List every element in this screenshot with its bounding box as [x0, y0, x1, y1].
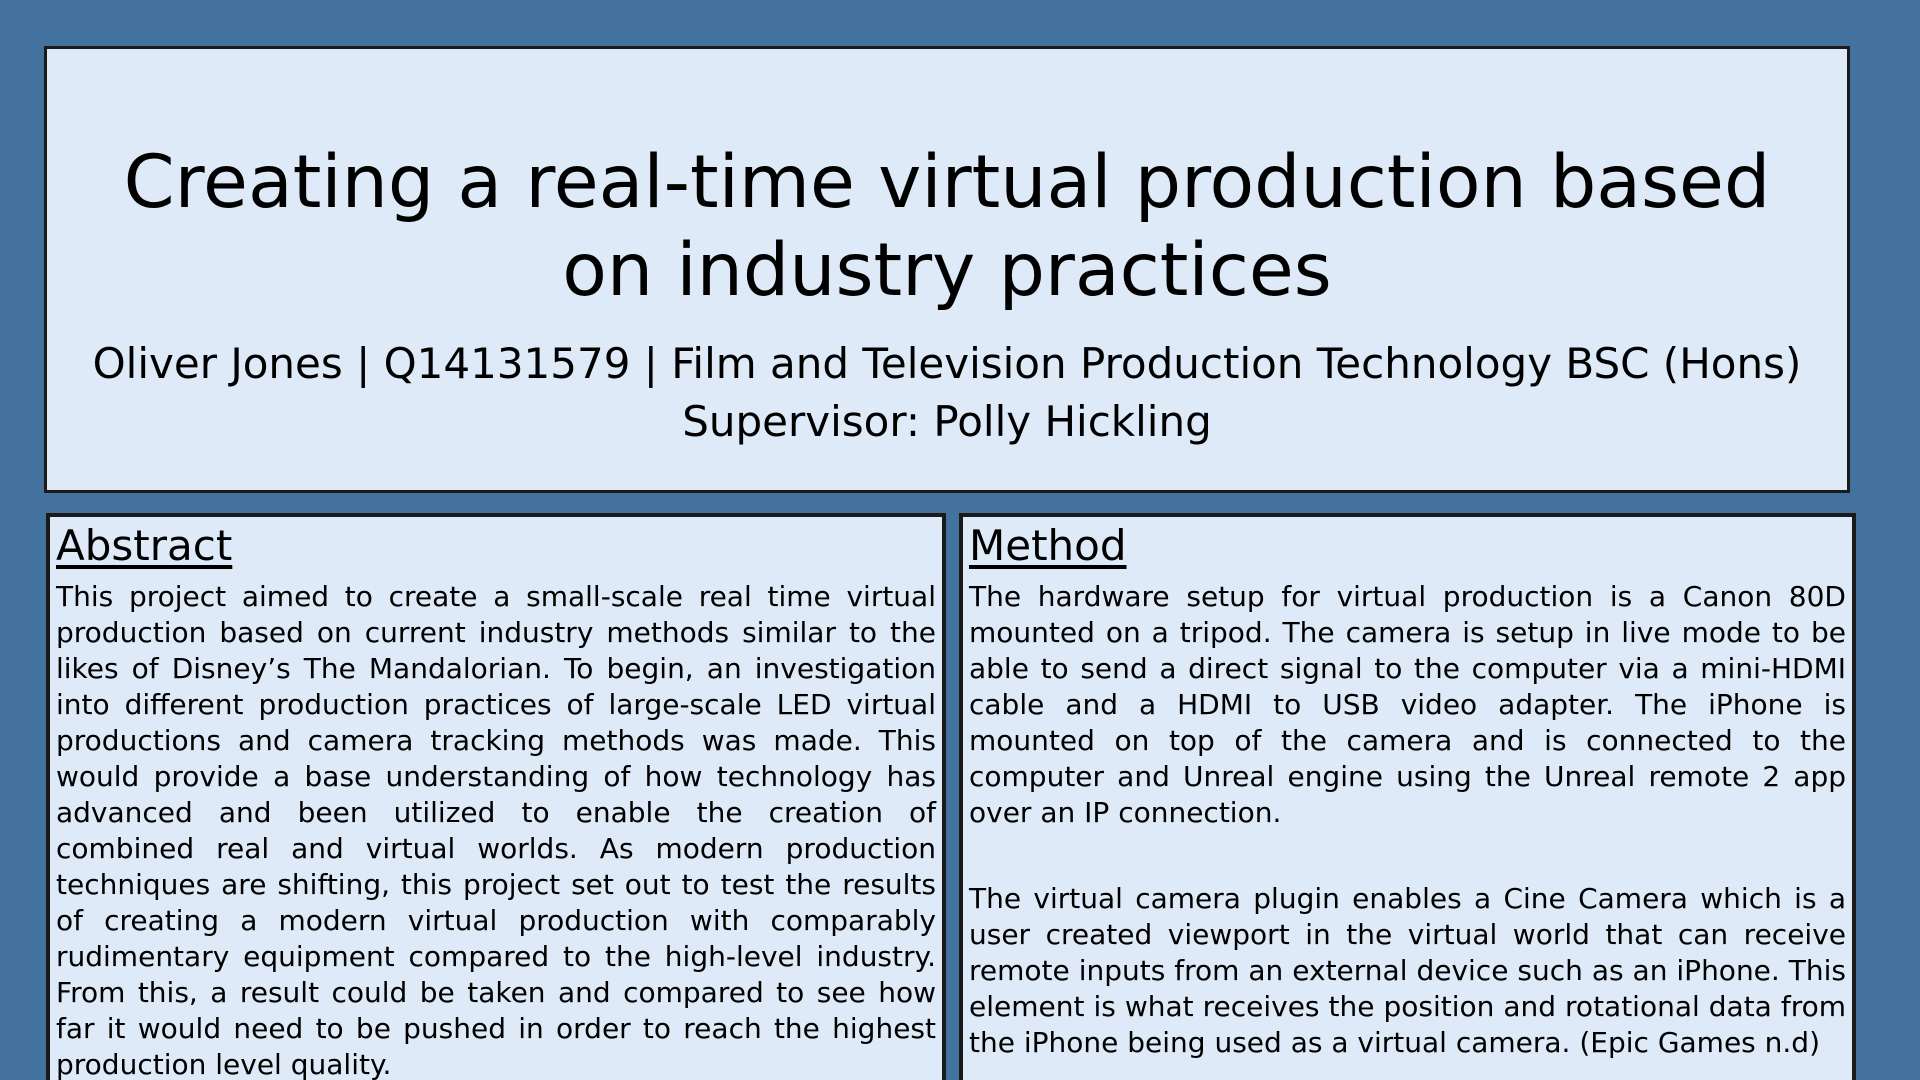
- title-box: Creating a real-time virtual production …: [44, 46, 1850, 493]
- abstract-panel: Abstract This project aimed to create a …: [46, 513, 946, 1080]
- abstract-text: This project aimed to create a small-sca…: [56, 580, 936, 1080]
- poster-title: Creating a real-time virtual production …: [123, 140, 1771, 313]
- method-paragraph-1: The hardware setup for virtual productio…: [969, 580, 1846, 829]
- supervisor-line: Supervisor: Polly Hickling: [682, 397, 1212, 446]
- method-paragraph-2: The virtual camera plugin enables a Cine…: [969, 882, 1846, 1059]
- method-panel: Method The hardware setup for virtual pr…: [959, 513, 1856, 1080]
- method-heading: Method: [969, 521, 1127, 570]
- author-line: Oliver Jones | Q14131579 | Film and Tele…: [92, 339, 1802, 388]
- abstract-heading: Abstract: [56, 521, 233, 570]
